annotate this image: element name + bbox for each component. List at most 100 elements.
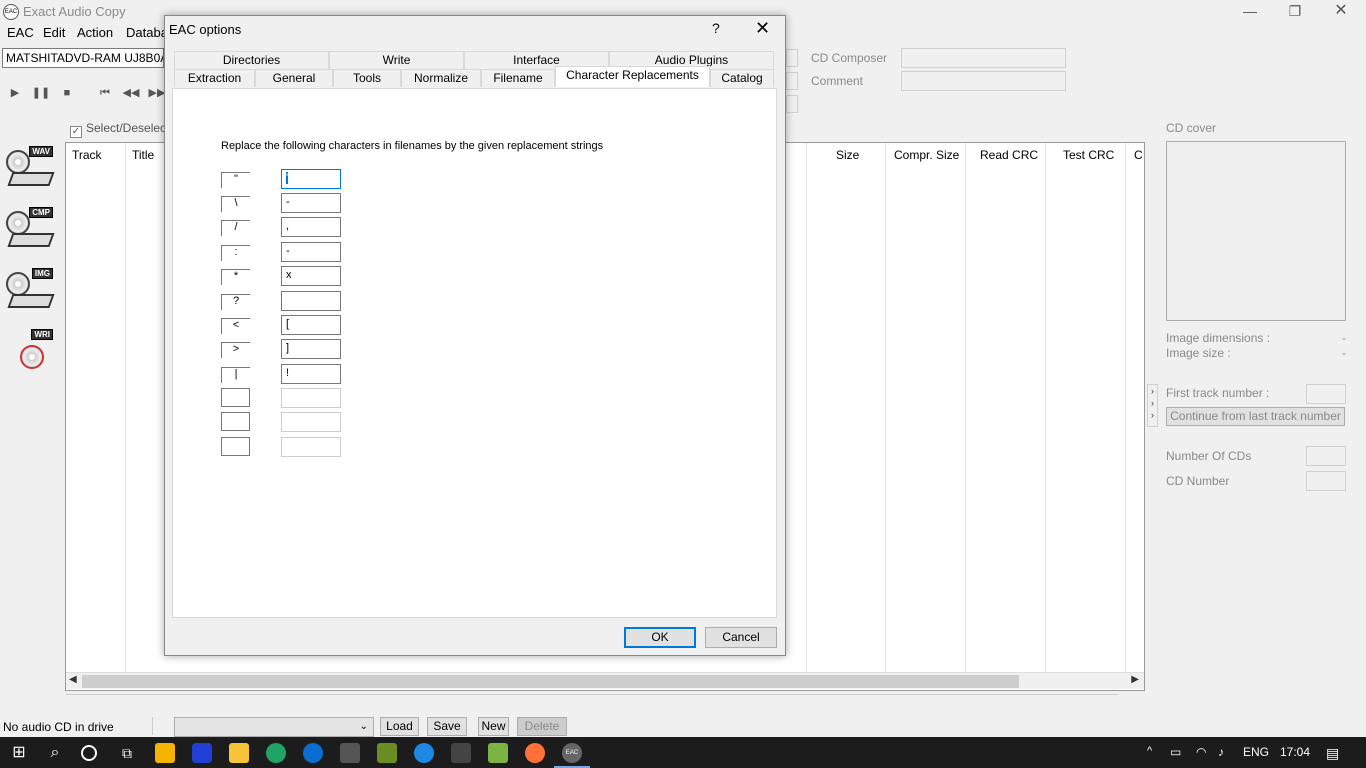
previous-track-icon[interactable]: ◀◀ bbox=[121, 84, 141, 102]
replacement-field[interactable]: ' bbox=[281, 169, 341, 189]
source-char-field[interactable] bbox=[221, 437, 250, 456]
source-char-field[interactable]: > bbox=[221, 342, 250, 358]
dialog-close-button[interactable]: ✕ bbox=[755, 18, 770, 39]
menu-action[interactable]: Action bbox=[77, 25, 113, 40]
ie-icon[interactable] bbox=[303, 743, 323, 763]
app-icon[interactable] bbox=[451, 743, 471, 763]
restore-button[interactable]: ❐ bbox=[1272, 1, 1318, 23]
cd-number-input[interactable] bbox=[1306, 471, 1346, 491]
minimize-button[interactable]: — bbox=[1227, 1, 1273, 23]
battery-icon[interactable]: ▭ bbox=[1170, 745, 1181, 759]
source-char-field[interactable]: / bbox=[221, 220, 250, 236]
tab-filename[interactable]: Filename bbox=[481, 69, 555, 87]
app-icon[interactable] bbox=[488, 743, 508, 763]
first-track-number-input[interactable] bbox=[1306, 384, 1346, 404]
app-m-icon[interactable] bbox=[192, 743, 212, 763]
help-button[interactable]: ? bbox=[712, 20, 720, 36]
stop-icon[interactable]: ■ bbox=[57, 84, 77, 102]
tab-extraction[interactable]: Extraction bbox=[174, 69, 255, 87]
scroll-left-icon[interactable]: ◀ bbox=[69, 674, 77, 685]
replacement-field[interactable]: - bbox=[281, 242, 341, 262]
windows-start-icon[interactable]: ⊞ bbox=[9, 743, 29, 763]
tab-directories[interactable]: Directories bbox=[174, 51, 329, 69]
first-track-icon[interactable]: ⏮ bbox=[95, 84, 115, 102]
tab-normalize[interactable]: Normalize bbox=[401, 69, 481, 87]
collapse-panel-button[interactable]: › › › bbox=[1147, 384, 1158, 427]
scroll-thumb[interactable] bbox=[82, 675, 1019, 688]
cd-composer-input[interactable] bbox=[901, 48, 1066, 68]
replacement-field[interactable] bbox=[281, 412, 341, 432]
number-of-cds-input[interactable] bbox=[1306, 446, 1346, 466]
close-button[interactable]: ✕ bbox=[1318, 1, 1364, 23]
extract-wav-button[interactable]: WAV bbox=[6, 146, 55, 192]
scroll-right-icon[interactable]: ▶ bbox=[1131, 674, 1139, 685]
replacement-field[interactable]: , bbox=[281, 217, 341, 237]
search-icon[interactable]: ⌕ bbox=[45, 743, 65, 763]
app-icon[interactable] bbox=[377, 743, 397, 763]
extract-compressed-button[interactable]: CMP bbox=[6, 207, 55, 253]
tab-catalog[interactable]: Catalog bbox=[710, 69, 774, 87]
tab-general[interactable]: General bbox=[255, 69, 333, 87]
play-icon[interactable]: ▶ bbox=[5, 84, 25, 102]
source-char-field[interactable]: < bbox=[221, 318, 250, 334]
col-compr-size[interactable]: Compr. Size bbox=[894, 148, 959, 162]
profile-select[interactable]: ⌄ bbox=[174, 717, 374, 737]
tab-character-replacements[interactable]: Character Replacements bbox=[555, 66, 710, 87]
ok-button[interactable]: OK bbox=[624, 627, 696, 648]
pause-icon[interactable]: ❚❚ bbox=[31, 84, 51, 102]
col-title[interactable]: Title bbox=[132, 148, 154, 162]
menu-eac[interactable]: EAC bbox=[7, 25, 34, 40]
source-char-field[interactable]: | bbox=[221, 367, 250, 383]
horizontal-scrollbar[interactable]: ◀ ▶ bbox=[66, 672, 1144, 689]
col-track[interactable]: Track bbox=[72, 148, 102, 162]
media-player-icon[interactable] bbox=[155, 743, 175, 763]
comment-input[interactable] bbox=[901, 71, 1066, 91]
replacement-field[interactable]: ! bbox=[281, 364, 341, 384]
save-button[interactable]: Save bbox=[427, 717, 467, 736]
tab-write[interactable]: Write bbox=[329, 51, 464, 69]
source-char-field[interactable] bbox=[221, 388, 250, 407]
replacement-field[interactable]: x bbox=[281, 266, 341, 286]
app-icon[interactable] bbox=[414, 743, 434, 763]
col-test-crc[interactable]: Test CRC bbox=[1063, 148, 1114, 162]
drive-select[interactable]: MATSHITADVD-RAM UJ8B0AW bbox=[2, 48, 164, 68]
language-indicator[interactable]: ENG bbox=[1243, 745, 1269, 759]
replacement-field[interactable]: - bbox=[281, 193, 341, 213]
replacement-field[interactable] bbox=[281, 437, 341, 457]
select-deselect-checkbox[interactable]: ✓ Select/Deselect bbox=[70, 121, 169, 138]
write-cd-button[interactable]: WRI bbox=[6, 329, 54, 375]
load-button[interactable]: Load bbox=[380, 717, 419, 736]
notifications-icon[interactable]: ▤ bbox=[1326, 745, 1339, 762]
replacement-field[interactable] bbox=[281, 388, 341, 408]
store-icon[interactable] bbox=[340, 743, 360, 763]
wifi-icon[interactable]: ◠ bbox=[1196, 745, 1206, 759]
cortana-icon[interactable] bbox=[81, 745, 97, 761]
volume-icon[interactable]: ♪ bbox=[1218, 745, 1224, 759]
chevron-up-icon[interactable]: ^ bbox=[1147, 745, 1152, 757]
new-button[interactable]: New bbox=[478, 717, 509, 736]
source-char-field[interactable]: " bbox=[221, 172, 250, 188]
source-char-field[interactable] bbox=[221, 412, 250, 431]
replacement-field[interactable]: ] bbox=[281, 339, 341, 359]
col-size[interactable]: Size bbox=[836, 148, 859, 162]
source-char-field[interactable]: * bbox=[221, 269, 250, 285]
edge-icon[interactable] bbox=[266, 743, 286, 763]
col-copy[interactable]: C bbox=[1134, 148, 1143, 162]
replacement-field[interactable] bbox=[281, 291, 341, 311]
source-char-field[interactable]: \ bbox=[221, 196, 250, 212]
clock[interactable]: 17:04 bbox=[1280, 745, 1310, 759]
delete-button[interactable]: Delete bbox=[517, 717, 567, 736]
eac-taskbar-icon[interactable]: EAC bbox=[562, 743, 582, 763]
source-char-field[interactable]: ? bbox=[221, 294, 250, 310]
file-explorer-icon[interactable] bbox=[229, 743, 249, 763]
replacement-field[interactable]: [ bbox=[281, 315, 341, 335]
cd-cover-image[interactable] bbox=[1166, 141, 1346, 321]
firefox-icon[interactable] bbox=[525, 743, 545, 763]
tab-tools[interactable]: Tools bbox=[333, 69, 401, 87]
source-char-field[interactable]: : bbox=[221, 245, 250, 261]
create-image-button[interactable]: IMG bbox=[6, 268, 55, 314]
continue-last-track-button[interactable]: Continue from last track number bbox=[1166, 407, 1345, 426]
cancel-button[interactable]: Cancel bbox=[705, 627, 777, 648]
position-slider[interactable] bbox=[66, 694, 1118, 711]
menu-database[interactable]: Databa bbox=[126, 25, 168, 40]
